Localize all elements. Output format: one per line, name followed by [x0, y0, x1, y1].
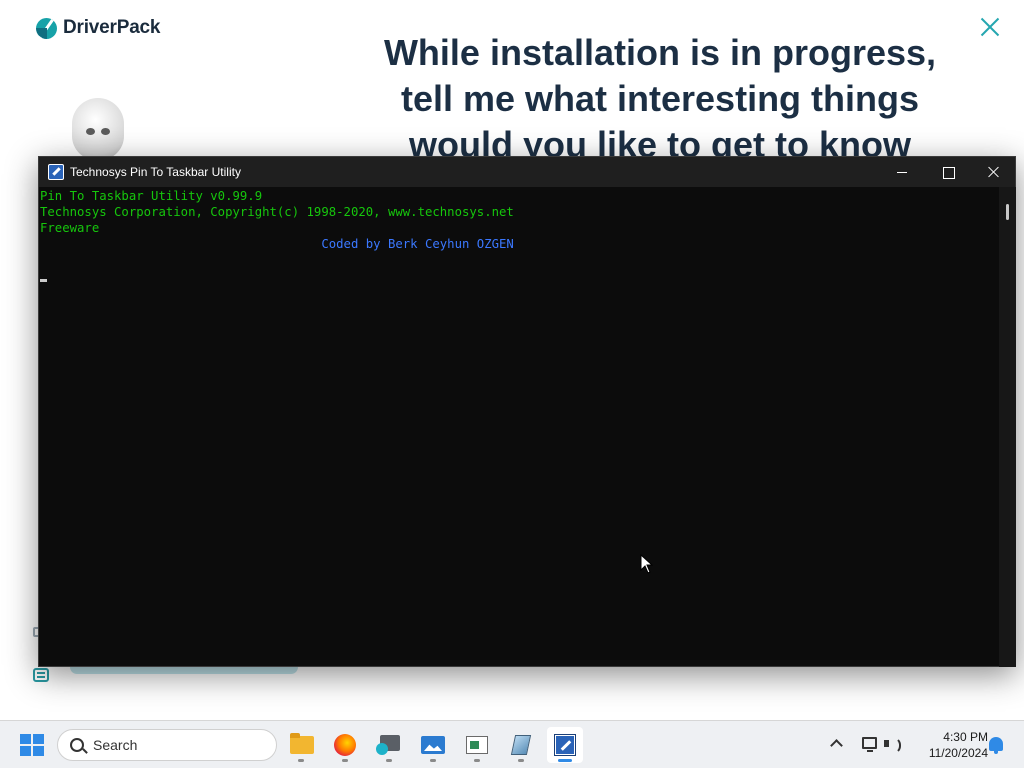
- mouse-pointer-icon: [640, 554, 654, 574]
- page-title: While installation is in progress, tell …: [340, 30, 980, 168]
- console-line: Coded by Berk Ceyhun OZGEN: [40, 237, 514, 251]
- notification-bell-icon[interactable]: [989, 737, 1003, 754]
- driverpack-logo: DriverPack: [36, 17, 160, 39]
- taskbar: Search 4:30 PM 11/20/2024: [0, 720, 1024, 768]
- console-window: Technosys Pin To Taskbar Utility Pin To …: [38, 156, 1016, 667]
- photos-icon[interactable]: [415, 727, 451, 763]
- console-line: Pin To Taskbar Utility v0.99.9: [40, 189, 263, 203]
- headline-line: While installation is in progress,: [383, 32, 937, 73]
- search-icon: [70, 738, 84, 752]
- file-explorer-icon[interactable]: [283, 727, 319, 763]
- volume-icon[interactable]: [884, 736, 902, 754]
- system-clock[interactable]: 4:30 PM 11/20/2024: [912, 729, 988, 761]
- driverpack-brand: DriverPack: [63, 17, 161, 38]
- windows-start-icon[interactable]: [20, 734, 44, 756]
- driverpack-logo-icon: [36, 17, 57, 39]
- pin-app-icon: [48, 164, 64, 180]
- clock-date: 11/20/2024: [928, 746, 988, 760]
- pin-to-taskbar-icon[interactable]: [547, 727, 583, 763]
- search-input[interactable]: Search: [57, 729, 277, 761]
- clock-time: 4:30 PM: [943, 730, 988, 744]
- text-cursor: [40, 279, 47, 282]
- chat-icon[interactable]: [33, 668, 49, 682]
- tool-icon[interactable]: [503, 727, 539, 763]
- window-title: Technosys Pin To Taskbar Utility: [70, 165, 241, 179]
- firefox-icon[interactable]: [327, 727, 363, 763]
- network-icon[interactable]: [862, 737, 877, 752]
- maximize-button[interactable]: [925, 157, 971, 187]
- close-icon[interactable]: [980, 17, 1000, 37]
- scrollbar[interactable]: [999, 187, 1016, 667]
- console-line: Freeware: [40, 221, 100, 235]
- document-icon[interactable]: [459, 727, 495, 763]
- search-placeholder: Search: [93, 737, 138, 753]
- scrollbar-thumb[interactable]: [1006, 204, 1009, 220]
- assistant-avatar: [68, 98, 128, 160]
- close-button[interactable]: [971, 157, 1017, 187]
- console-titlebar[interactable]: Technosys Pin To Taskbar Utility: [39, 157, 1015, 187]
- network-manager-icon[interactable]: [371, 727, 407, 763]
- chevron-up-icon[interactable]: [830, 739, 843, 752]
- headline-line: tell me what interesting things: [400, 78, 920, 119]
- console-output[interactable]: Pin To Taskbar Utility v0.99.9 Technosys…: [39, 187, 999, 667]
- minimize-button[interactable]: [879, 157, 925, 187]
- console-line: Technosys Corporation, Copyright(c) 1998…: [40, 205, 514, 219]
